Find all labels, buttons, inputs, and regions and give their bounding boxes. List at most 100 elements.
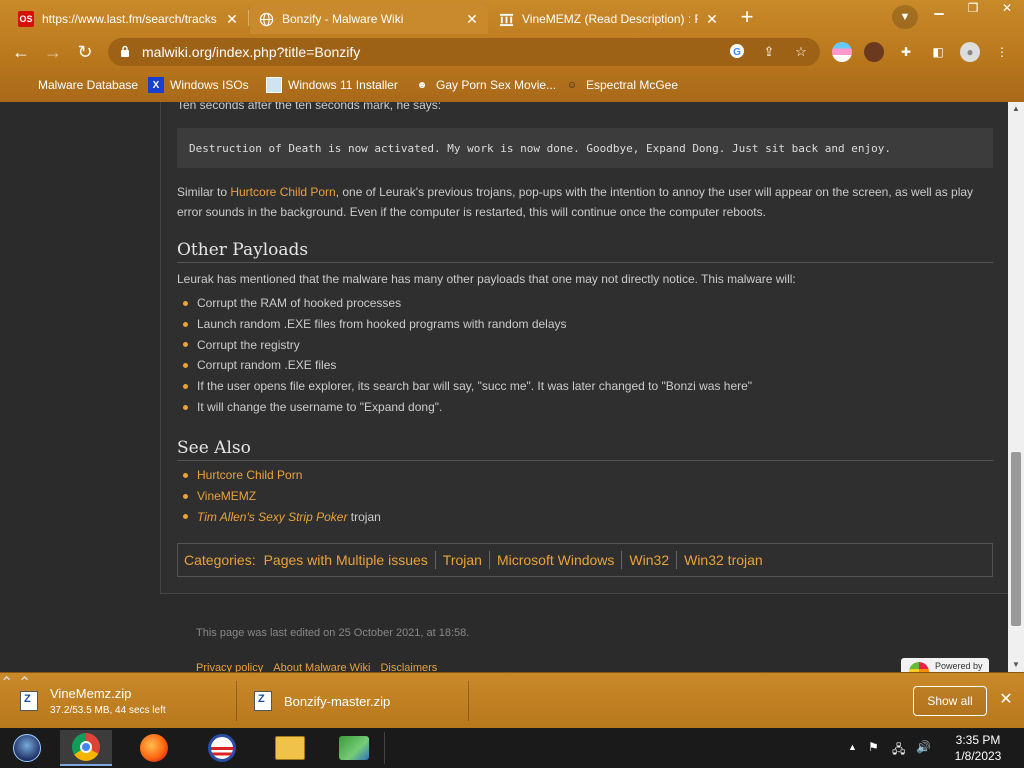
kebab-menu-icon[interactable]: ⋮ bbox=[992, 42, 1012, 62]
bookmark-espectral-mcgee[interactable]: ☺ Espectral McGee bbox=[564, 76, 678, 94]
archive-icon bbox=[498, 11, 514, 27]
avatar-icon[interactable]: ● bbox=[960, 42, 980, 62]
list-item: Corrupt random .EXE files bbox=[183, 355, 752, 376]
download-item-bonzify[interactable]: Bonzify-master.zip bbox=[254, 673, 390, 729]
bookmark-star-icon[interactable]: ☆ bbox=[792, 43, 810, 61]
minimize-icon: ▁ bbox=[934, 1, 944, 15]
volume-icon[interactable]: 🔊 bbox=[916, 740, 931, 754]
show-all-button[interactable]: Show all bbox=[913, 686, 987, 716]
list-item: It will change the username to "Expand d… bbox=[183, 397, 752, 418]
category-link[interactable]: Microsoft Windows bbox=[497, 552, 614, 568]
bookmark-label: Gay Porn Sex Movie... bbox=[436, 78, 557, 92]
maximize-button[interactable]: ❐ bbox=[956, 0, 990, 18]
scroll-down-icon[interactable]: ▼ bbox=[1008, 658, 1024, 672]
category-link[interactable]: Trojan bbox=[443, 552, 482, 568]
mediawiki-logo-icon bbox=[909, 662, 929, 672]
start-button[interactable] bbox=[0, 730, 54, 766]
profile-extension-icon[interactable] bbox=[864, 42, 884, 62]
tab-lastfm[interactable]: OS https://www.last.fm/search/tracks ✕ bbox=[10, 4, 248, 34]
close-icon[interactable]: ✕ bbox=[704, 11, 720, 28]
address-bar[interactable]: malwiki.org/index.php?title=Bonzify G ⇪ … bbox=[108, 38, 820, 66]
network-icon[interactable]: 🖧 bbox=[892, 740, 905, 761]
link-hurtcore-child-porn[interactable]: Hurtcore Child Porn bbox=[197, 465, 302, 486]
bookmark-malware-database[interactable]: Malware Database bbox=[16, 76, 138, 94]
arrow-left-icon: ← bbox=[12, 42, 30, 62]
link-hurtcore[interactable]: Hurtcore Child Porn bbox=[230, 185, 335, 199]
tab-title: https://www.last.fm/search/tracks bbox=[42, 12, 217, 26]
category-link[interactable]: Win32 trojan bbox=[684, 552, 763, 568]
image-icon bbox=[266, 77, 282, 93]
bullet-icon bbox=[183, 300, 188, 306]
download-name: VineMemz.zip bbox=[50, 686, 132, 701]
minimize-button[interactable]: ▁ bbox=[922, 0, 956, 18]
globe-icon bbox=[258, 11, 274, 27]
link-vinememz[interactable]: VineMEMZ bbox=[197, 486, 256, 507]
taskbar-firefox[interactable] bbox=[128, 730, 180, 766]
about-link[interactable]: About Malware Wiki bbox=[273, 662, 370, 672]
reload-button[interactable]: ↻ bbox=[72, 39, 98, 65]
disclaimers-link[interactable]: Disclaimers bbox=[380, 662, 437, 672]
google-lens-icon[interactable]: G bbox=[728, 43, 746, 61]
tray-chevron-up-icon[interactable]: ▲ bbox=[848, 742, 857, 752]
list-item-text: If the user opens file explorer, its sea… bbox=[197, 379, 753, 394]
taskbar-file-explorer[interactable] bbox=[264, 730, 316, 766]
close-downloads-button[interactable]: ✕ bbox=[996, 689, 1016, 711]
footer-links: Privacy policy About Malware Wiki Discla… bbox=[196, 662, 437, 672]
list-item: Tim Allen's Sexy Strip Poker trojan bbox=[183, 507, 381, 528]
back-button[interactable]: ← bbox=[8, 39, 34, 65]
tab-vinememz[interactable]: VineMEMZ (Read Description) : F ✕ bbox=[490, 4, 728, 34]
privacy-policy-link[interactable]: Privacy policy bbox=[196, 662, 263, 672]
bookmark-windows-11-installer[interactable]: Windows 11 Installer bbox=[266, 76, 398, 94]
taskbar-network-app[interactable] bbox=[328, 730, 380, 766]
category-link[interactable]: Pages with Multiple issues bbox=[264, 552, 428, 568]
obama-logo-icon bbox=[208, 734, 236, 762]
payloads-intro: Leurak has mentioned that the malware ha… bbox=[177, 272, 796, 286]
clock-time: 3:35 PM bbox=[955, 733, 1001, 747]
bookmark-label: Windows ISOs bbox=[170, 78, 249, 92]
close-icon[interactable]: ✕ bbox=[464, 11, 480, 28]
windows-orb-icon bbox=[13, 734, 41, 762]
clock[interactable]: 3:35 PM 1/8/2023 bbox=[940, 732, 1016, 764]
zip-file-icon bbox=[20, 691, 38, 711]
tab-bonzify[interactable]: Bonzify - Malware Wiki ✕ bbox=[250, 4, 488, 34]
folder-icon bbox=[16, 77, 32, 93]
bookmark-movie[interactable]: ☻ Gay Porn Sex Movie... bbox=[414, 76, 556, 94]
download-item-vinememz[interactable]: VineMemz.zip 37.2/53.5 MB, 44 secs left bbox=[20, 673, 166, 729]
forward-button[interactable]: → bbox=[40, 39, 66, 65]
bookmark-windows-isos[interactable]: X Windows ISOs bbox=[148, 76, 249, 94]
page-scrollbar[interactable]: ▲ ▼ bbox=[1008, 102, 1024, 672]
list-item-text: Corrupt the registry bbox=[197, 337, 300, 352]
tab-search-button[interactable]: ▼ bbox=[892, 5, 918, 29]
puzzle-icon[interactable]: ✚ bbox=[896, 42, 916, 62]
bullet-icon bbox=[183, 493, 188, 499]
bullet-icon bbox=[183, 472, 188, 478]
list-item-text: Launch random .EXE files from hooked pro… bbox=[197, 316, 567, 331]
window-close-button[interactable]: ✕ bbox=[990, 0, 1024, 18]
lastfm-icon: OS bbox=[18, 11, 34, 27]
list-item: If the user opens file explorer, its sea… bbox=[183, 376, 752, 397]
scrollbar-thumb[interactable] bbox=[1011, 452, 1021, 626]
sidepanel-icon[interactable]: ◧ bbox=[928, 42, 948, 62]
flag-icon[interactable]: ⚑ bbox=[868, 740, 879, 754]
divider bbox=[384, 732, 385, 764]
powered-by-mediawiki-badge[interactable]: Powered by bbox=[901, 658, 989, 672]
list-item-text: Corrupt the RAM of hooked processes bbox=[197, 296, 402, 310]
category-link[interactable]: Win32 bbox=[629, 552, 669, 568]
download-status: 37.2/53.5 MB, 44 secs left bbox=[50, 705, 166, 716]
share-icon[interactable]: ⇪ bbox=[760, 43, 778, 61]
reload-icon: ↻ bbox=[77, 42, 93, 62]
downloads-bar: VineMemz.zip 37.2/53.5 MB, 44 secs left … bbox=[0, 672, 1024, 728]
close-icon[interactable]: ✕ bbox=[224, 11, 240, 28]
chevron-up-icon[interactable]: ⌃ bbox=[0, 675, 13, 692]
bullet-icon bbox=[183, 404, 188, 410]
new-tab-button[interactable]: + bbox=[734, 6, 760, 30]
taskbar-app-obama[interactable] bbox=[196, 730, 248, 766]
chevron-down-icon: ▼ bbox=[899, 11, 911, 23]
trans-flag-extension-icon[interactable] bbox=[832, 42, 852, 62]
categories-link[interactable]: Categories bbox=[184, 552, 252, 568]
bullet-icon bbox=[183, 342, 188, 348]
scroll-up-icon[interactable]: ▲ bbox=[1008, 102, 1024, 116]
chrome-icon bbox=[72, 733, 100, 761]
link-tim-allen[interactable]: Tim Allen's Sexy Strip Poker bbox=[197, 507, 347, 528]
taskbar-chrome[interactable] bbox=[60, 730, 112, 766]
